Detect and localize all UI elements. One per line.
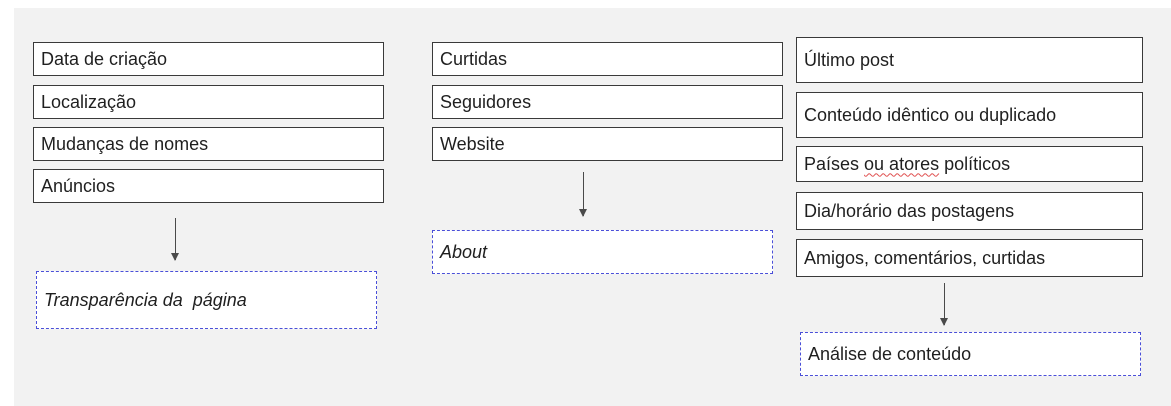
box-amigos-comentarios: Amigos, comentários, curtidas <box>796 239 1143 277</box>
arrow-right <box>940 283 948 326</box>
box-localizacao: Localização <box>33 85 384 119</box>
arrow-left <box>171 218 179 261</box>
box-mudancas-de-nomes: Mudanças de nomes <box>33 127 384 161</box>
box-label: Mudanças de nomes <box>41 133 209 154</box>
box-dia-horario: Dia/horário das postagens <box>796 192 1143 230</box>
box-label: Anúncios <box>41 175 116 196</box>
box-website: Website <box>432 127 783 161</box>
box-label-part1: Países <box>804 153 865 174</box>
result-label: Análise de conteúdo <box>808 343 972 364</box>
box-label: Amigos, comentários, curtidas <box>804 247 1046 268</box>
box-label: Conteúdo idêntico ou duplicado <box>804 104 1057 125</box>
box-curtidas: Curtidas <box>432 42 783 76</box>
box-seguidores: Seguidores <box>432 85 783 119</box>
box-label: Curtidas <box>440 48 508 69</box>
box-paises-atores: Países ou atores políticos <box>796 146 1143 182</box>
box-label: Localização <box>41 91 137 112</box>
box-conteudo-identico: Conteúdo idêntico ou duplicado <box>796 92 1143 138</box>
box-ultimo-post: Último post <box>796 37 1143 83</box>
box-label: Seguidores <box>440 91 532 112</box>
box-anuncios: Anúncios <box>33 169 384 203</box>
box-label: Dia/horário das postagens <box>804 200 1015 221</box>
arrow-middle <box>579 172 587 217</box>
box-label-spellcheck: ou atores <box>864 153 940 174</box>
result-about: About <box>432 230 773 274</box>
result-transparencia: Transparência da página <box>36 271 377 329</box>
result-label: About <box>440 241 488 262</box>
box-label: Último post <box>804 49 895 70</box>
result-label: Transparência da página <box>44 289 247 310</box>
result-analise-de-conteudo: Análise de conteúdo <box>800 332 1141 376</box>
box-label-part3: políticos <box>939 153 1011 174</box>
box-data-de-criacao: Data de criação <box>33 42 384 76</box>
box-label: Website <box>440 133 505 154</box>
box-label: Data de criação <box>41 48 168 69</box>
